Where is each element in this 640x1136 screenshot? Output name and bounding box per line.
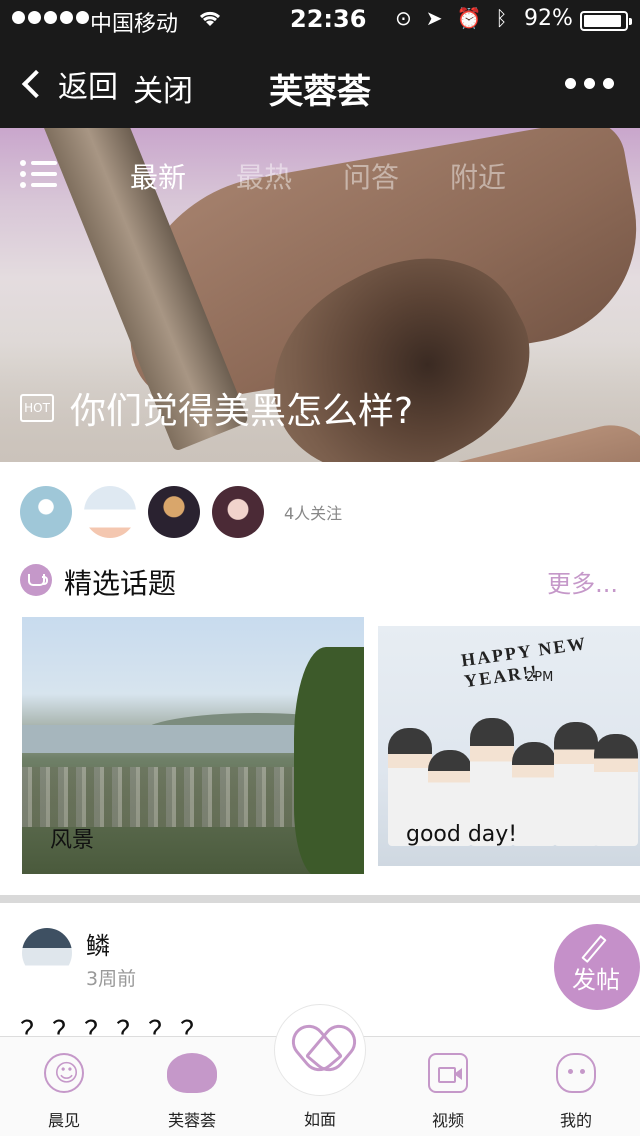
post-author-avatar[interactable]	[22, 928, 72, 978]
lotus-icon	[167, 1053, 217, 1093]
hero-tab-bar: 最新 最热 问答 附近	[0, 152, 640, 200]
nav-bar: 返回 关闭 芙蓉荟	[0, 40, 640, 128]
tab-morning[interactable]: 晨见	[0, 1037, 128, 1136]
back-label: 返回	[58, 70, 118, 105]
tab-label: 视频	[431, 1111, 464, 1130]
tab-hottest[interactable]: 最热	[236, 156, 292, 196]
hot-badge-icon: HOT	[20, 394, 54, 422]
battery-icon	[580, 11, 632, 31]
tab-label: 我的	[559, 1111, 592, 1130]
profile-icon	[556, 1053, 596, 1093]
followers-row: 4人关注	[20, 486, 342, 538]
tab-latest[interactable]: 最新	[130, 156, 186, 196]
list-menu-icon[interactable]	[20, 156, 58, 190]
tab-video[interactable]: 视频	[384, 1037, 512, 1136]
bluetooth-icon: ᛒ	[495, 6, 508, 30]
tab-label: 晨见	[47, 1111, 80, 1130]
more-options-button[interactable]	[565, 78, 614, 89]
tab-label: 如面	[303, 1110, 336, 1129]
chevron-left-icon	[21, 69, 51, 99]
avatar[interactable]	[148, 486, 200, 538]
carrier-name: 中国移动	[90, 12, 179, 37]
post-timestamp: 3周前	[86, 968, 137, 990]
hero-headline[interactable]: HOT 你们觉得美黑怎么样?	[20, 382, 413, 434]
clock: 22:36	[290, 5, 367, 33]
topic-card-label: 风景	[50, 828, 95, 853]
new-post-button[interactable]: 发帖	[554, 924, 640, 1010]
tab-me[interactable]: 我的	[512, 1037, 640, 1136]
featured-topics-title: 精选话题	[64, 567, 177, 600]
section-divider	[0, 895, 640, 903]
coffee-cup-icon	[20, 564, 52, 596]
tab-label: 芙蓉荟	[167, 1111, 216, 1130]
more-topics-link[interactable]: 更多...	[547, 564, 618, 599]
card-image-subtext: 2PM	[526, 670, 554, 685]
signal-strength-icon	[12, 11, 89, 24]
location-icon: ➤	[425, 6, 443, 30]
system-icons: ⊙ ➤ ⏰ ᛒ	[395, 6, 507, 30]
orientation-lock-icon: ⊙	[395, 6, 412, 30]
back-button[interactable]: 返回	[20, 62, 118, 106]
avatar[interactable]	[84, 486, 136, 538]
pencil-icon	[581, 934, 607, 964]
heart-face-icon	[295, 1021, 347, 1073]
hero-headline-text: 你们觉得美黑怎么样?	[70, 391, 414, 432]
followers-count: 4人关注	[284, 504, 343, 523]
new-post-label: 发帖	[572, 966, 620, 994]
battery-fill	[584, 15, 621, 27]
featured-topics-header: 精选话题 更多...	[20, 560, 620, 600]
avatar[interactable]	[20, 486, 72, 538]
tab-nearby[interactable]: 附近	[450, 156, 506, 196]
avatar[interactable]	[212, 486, 264, 538]
post-author-name[interactable]: 鳞	[86, 926, 110, 961]
close-button[interactable]: 关闭	[133, 66, 193, 110]
hero-banner[interactable]: 最新 最热 问答 附近 HOT 你们觉得美黑怎么样?	[0, 128, 640, 462]
wifi-icon	[198, 8, 222, 34]
topic-card-good-day[interactable]: HAPPY NEW YEAR!! 2PM good day!	[378, 626, 640, 866]
battery-percent: 92%	[524, 6, 573, 31]
video-icon	[428, 1053, 468, 1093]
tab-furonghui[interactable]: 芙蓉荟	[128, 1037, 256, 1136]
tab-qa[interactable]: 问答	[343, 156, 399, 196]
topic-card-scenery[interactable]: 风景	[22, 617, 364, 874]
topic-card-label: good day!	[406, 822, 518, 847]
smiley-flower-icon	[44, 1053, 84, 1093]
tab-rumian[interactable]	[274, 1004, 366, 1096]
status-bar: 中国移动 22:36 ⊙ ➤ ⏰ ᛒ 92%	[0, 0, 640, 40]
alarm-icon: ⏰	[456, 6, 482, 30]
